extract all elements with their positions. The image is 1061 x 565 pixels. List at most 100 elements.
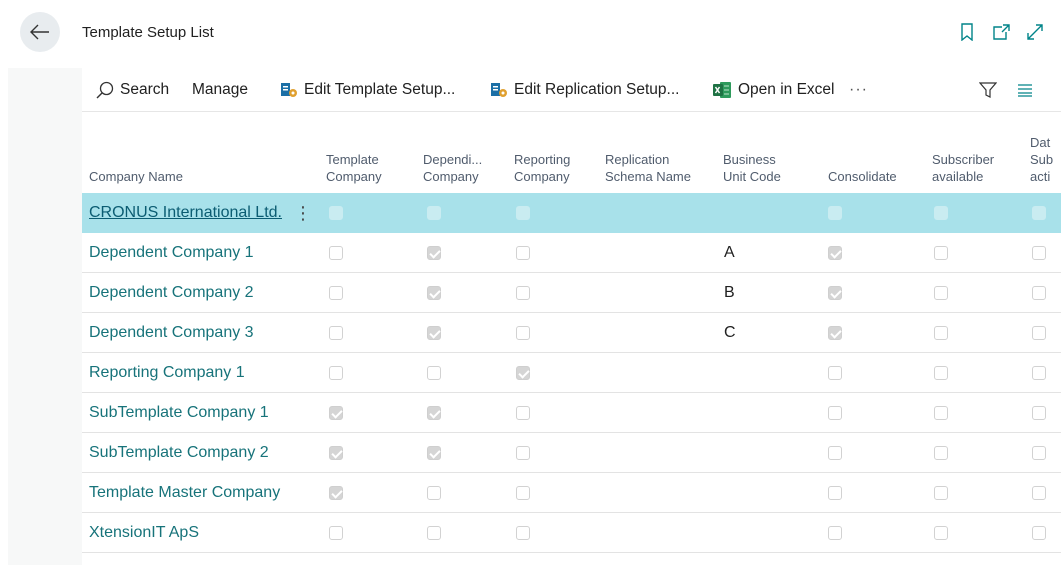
company-name-link[interactable]: SubTemplate Company 1 bbox=[89, 393, 269, 433]
company-name-link[interactable]: Dependent Company 3 bbox=[89, 313, 254, 353]
column-data-subscriber-active[interactable]: Dat Sub acti bbox=[1030, 134, 1061, 185]
bookmark-icon[interactable] bbox=[957, 22, 977, 42]
reporting-company-checkbox[interactable] bbox=[516, 406, 530, 420]
table-row[interactable]: Dependent Company 3 C bbox=[82, 313, 1061, 353]
column-replication-schema-name[interactable]: Replication Schema Name bbox=[605, 151, 691, 185]
subscriber-available-checkbox[interactable] bbox=[934, 366, 948, 380]
template-company-checkbox[interactable] bbox=[329, 286, 343, 300]
consolidate-checkbox[interactable] bbox=[828, 246, 842, 260]
table-row[interactable]: XtensionIT ApS bbox=[82, 513, 1061, 553]
consolidate-checkbox[interactable] bbox=[828, 526, 842, 540]
reporting-company-checkbox[interactable] bbox=[516, 486, 530, 500]
consolidate-checkbox[interactable] bbox=[828, 286, 842, 300]
subscriber-available-checkbox[interactable] bbox=[934, 206, 948, 220]
column-template-company[interactable]: Template Company bbox=[326, 151, 382, 185]
column-company-name[interactable]: Company Name bbox=[89, 168, 183, 185]
subscriber-available-checkbox[interactable] bbox=[934, 406, 948, 420]
expand-icon[interactable] bbox=[1025, 22, 1045, 42]
filter-button[interactable] bbox=[979, 68, 997, 112]
data-subscriber-active-checkbox[interactable] bbox=[1032, 446, 1046, 460]
column-dependent-company[interactable]: Dependi... Company bbox=[423, 151, 482, 185]
template-company-checkbox[interactable] bbox=[329, 486, 343, 500]
consolidate-checkbox[interactable] bbox=[828, 326, 842, 340]
subscriber-available-checkbox[interactable] bbox=[934, 446, 948, 460]
company-name-link[interactable]: Dependent Company 2 bbox=[89, 273, 254, 313]
row-menu-icon[interactable]: ⋮ bbox=[294, 201, 312, 225]
dependent-company-checkbox[interactable] bbox=[427, 246, 441, 260]
consolidate-checkbox[interactable] bbox=[828, 206, 842, 220]
open-new-window-icon[interactable] bbox=[991, 22, 1011, 42]
table-row[interactable]: CRONUS International Ltd. ⋮ bbox=[82, 193, 1061, 233]
manage-button[interactable]: Manage bbox=[192, 68, 248, 112]
data-subscriber-active-checkbox[interactable] bbox=[1032, 246, 1046, 260]
dependent-company-checkbox[interactable] bbox=[427, 526, 441, 540]
dependent-company-checkbox[interactable] bbox=[427, 446, 441, 460]
template-company-checkbox[interactable] bbox=[329, 446, 343, 460]
column-consolidate[interactable]: Consolidate bbox=[828, 168, 897, 185]
search-button[interactable]: Search bbox=[96, 68, 169, 112]
list-view-button[interactable] bbox=[1017, 68, 1033, 112]
table-row[interactable]: Reporting Company 1 bbox=[82, 353, 1061, 393]
dependent-company-checkbox[interactable] bbox=[427, 206, 441, 220]
company-name-link[interactable]: Template Master Company bbox=[89, 473, 280, 513]
table-row[interactable]: Template Master Company bbox=[82, 473, 1061, 513]
template-company-checkbox[interactable] bbox=[329, 246, 343, 260]
table-row[interactable]: Dependent Company 1 A bbox=[82, 233, 1061, 273]
more-options-button[interactable]: ··· bbox=[849, 68, 868, 112]
page-actions bbox=[957, 22, 1045, 42]
dependent-company-checkbox[interactable] bbox=[427, 406, 441, 420]
back-button[interactable] bbox=[20, 12, 60, 52]
dependent-company-checkbox[interactable] bbox=[427, 286, 441, 300]
company-name-link[interactable]: Dependent Company 1 bbox=[89, 233, 254, 273]
table-row[interactable]: SubTemplate Company 2 bbox=[82, 433, 1061, 473]
data-subscriber-active-checkbox[interactable] bbox=[1032, 286, 1046, 300]
subscriber-available-checkbox[interactable] bbox=[934, 246, 948, 260]
consolidate-checkbox[interactable] bbox=[828, 366, 842, 380]
data-subscriber-active-checkbox[interactable] bbox=[1032, 526, 1046, 540]
reporting-company-checkbox[interactable] bbox=[516, 206, 530, 220]
table-header: Company Name Template Company Dependi...… bbox=[82, 112, 1061, 193]
data-subscriber-active-checkbox[interactable] bbox=[1032, 406, 1046, 420]
reporting-company-checkbox[interactable] bbox=[516, 366, 530, 380]
data-subscriber-active-checkbox[interactable] bbox=[1032, 486, 1046, 500]
company-name-link[interactable]: Reporting Company 1 bbox=[89, 353, 245, 393]
company-name-link[interactable]: XtensionIT ApS bbox=[89, 513, 199, 553]
dependent-company-checkbox[interactable] bbox=[427, 366, 441, 380]
template-company-checkbox[interactable] bbox=[329, 406, 343, 420]
reporting-company-checkbox[interactable] bbox=[516, 246, 530, 260]
reporting-company-checkbox[interactable] bbox=[516, 286, 530, 300]
column-business-unit-code[interactable]: Business Unit Code bbox=[723, 151, 781, 185]
list-part: Search Manage Edit Template Setup... Edi… bbox=[82, 68, 1061, 565]
business-unit-code: C bbox=[724, 324, 736, 341]
reporting-company-checkbox[interactable] bbox=[516, 326, 530, 340]
data-subscriber-active-checkbox[interactable] bbox=[1032, 206, 1046, 220]
open-in-excel-button[interactable]: Open in Excel bbox=[712, 68, 835, 112]
dependent-company-checkbox[interactable] bbox=[427, 326, 441, 340]
table-row[interactable]: SubTemplate Company 1 bbox=[82, 393, 1061, 433]
template-company-checkbox[interactable] bbox=[329, 326, 343, 340]
company-name-link[interactable]: CRONUS International Ltd. bbox=[89, 193, 282, 233]
company-name-link[interactable]: SubTemplate Company 2 bbox=[89, 433, 269, 473]
subscriber-available-checkbox[interactable] bbox=[934, 286, 948, 300]
consolidate-checkbox[interactable] bbox=[828, 446, 842, 460]
edit-replication-setup-button[interactable]: Edit Replication Setup... bbox=[490, 68, 679, 112]
search-icon bbox=[96, 81, 114, 99]
data-subscriber-active-checkbox[interactable] bbox=[1032, 366, 1046, 380]
table-row[interactable]: Dependent Company 2 B bbox=[82, 273, 1061, 313]
consolidate-checkbox[interactable] bbox=[828, 486, 842, 500]
consolidate-checkbox[interactable] bbox=[828, 406, 842, 420]
data-subscriber-active-checkbox[interactable] bbox=[1032, 326, 1046, 340]
template-company-checkbox[interactable] bbox=[329, 366, 343, 380]
subscriber-available-checkbox[interactable] bbox=[934, 526, 948, 540]
more-options-label: ··· bbox=[849, 81, 868, 98]
edit-template-setup-button[interactable]: Edit Template Setup... bbox=[280, 68, 455, 112]
template-company-checkbox[interactable] bbox=[329, 526, 343, 540]
template-company-checkbox[interactable] bbox=[329, 206, 343, 220]
dependent-company-checkbox[interactable] bbox=[427, 486, 441, 500]
reporting-company-checkbox[interactable] bbox=[516, 446, 530, 460]
subscriber-available-checkbox[interactable] bbox=[934, 486, 948, 500]
column-subscriber-available[interactable]: Subscriber available bbox=[932, 151, 994, 185]
subscriber-available-checkbox[interactable] bbox=[934, 326, 948, 340]
reporting-company-checkbox[interactable] bbox=[516, 526, 530, 540]
column-reporting-company[interactable]: Reporting Company bbox=[514, 151, 570, 185]
